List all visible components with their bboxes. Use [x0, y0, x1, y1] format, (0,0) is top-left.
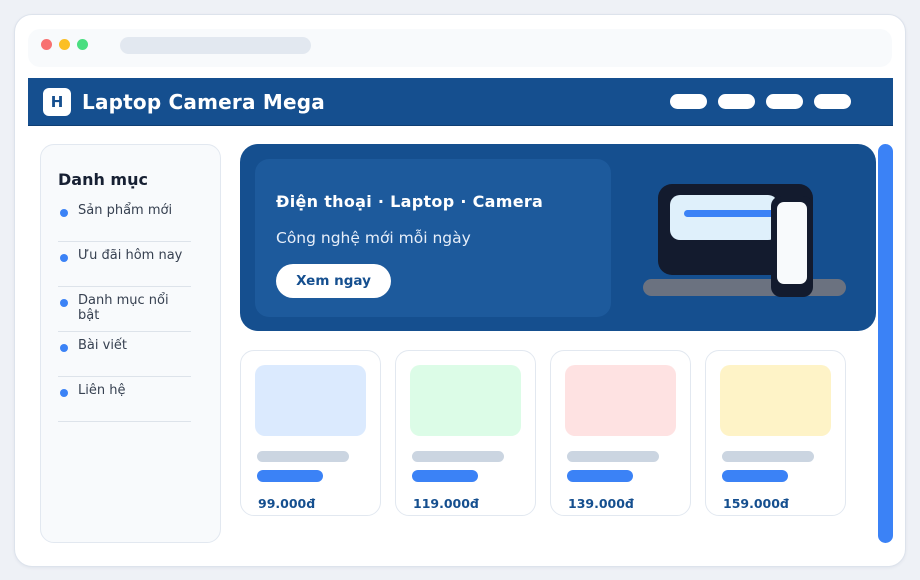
sidebar-item-new-products[interactable]: Sản phẩm mới: [58, 197, 191, 242]
laptop-screen: [670, 195, 779, 240]
product-title-placeholder: [722, 451, 814, 462]
product-card[interactable]: 99.000đ: [240, 350, 381, 516]
sidebar-item-featured[interactable]: Danh mục nổi bật: [58, 287, 191, 332]
product-image: [565, 365, 676, 436]
product-title-placeholder: [257, 451, 349, 462]
nav-link-2[interactable]: [718, 94, 755, 109]
close-window-dot[interactable]: [41, 39, 52, 50]
bullet-icon: [60, 389, 68, 397]
product-title-placeholder: [412, 451, 504, 462]
browser-chrome: [28, 29, 892, 67]
nav-link-3[interactable]: [766, 94, 803, 109]
address-bar[interactable]: [120, 37, 311, 54]
product-price: 159.000đ: [723, 496, 789, 511]
sidebar-title: Danh mục: [58, 170, 148, 189]
sidebar-item-label: Liên hệ: [78, 383, 126, 398]
bullet-icon: [60, 209, 68, 217]
product-card[interactable]: 139.000đ: [550, 350, 691, 516]
hero-banner: Điện thoại · Laptop · Camera Công nghệ m…: [240, 144, 876, 331]
sidebar-item-contact[interactable]: Liên hệ: [58, 377, 191, 422]
hero-subtitle: Công nghệ mới mỗi ngày: [276, 229, 471, 247]
category-sidebar: Danh mục Sản phẩm mới Ưu đãi hôm nay Dan…: [40, 144, 221, 543]
site-brand[interactable]: Laptop Camera Mega: [82, 90, 325, 114]
sidebar-item-label: Ưu đãi hôm nay: [78, 248, 183, 263]
nav-link-4[interactable]: [814, 94, 851, 109]
maximize-window-dot[interactable]: [77, 39, 88, 50]
sidebar-item-label: Bài viết: [78, 338, 128, 353]
page-scrollbar[interactable]: [878, 144, 893, 543]
sidebar-item-articles[interactable]: Bài viết: [58, 332, 191, 377]
product-tag-placeholder: [722, 470, 788, 482]
logo-icon[interactable]: H: [43, 88, 71, 116]
shop-now-button[interactable]: Xem ngay: [276, 264, 391, 298]
product-title-placeholder: [567, 451, 659, 462]
bullet-icon: [60, 344, 68, 352]
hero-title: Điện thoại · Laptop · Camera: [276, 192, 544, 211]
product-card[interactable]: 119.000đ: [395, 350, 536, 516]
product-price: 119.000đ: [413, 496, 479, 511]
product-tag-placeholder: [567, 470, 633, 482]
device-shadow: [643, 279, 846, 296]
nav-link-1[interactable]: [670, 94, 707, 109]
product-tag-placeholder: [412, 470, 478, 482]
laptop-screen-bar: [684, 210, 779, 217]
minimize-window-dot[interactable]: [59, 39, 70, 50]
bullet-icon: [60, 254, 68, 262]
phone-icon: [771, 196, 813, 297]
sidebar-item-todays-deals[interactable]: Ưu đãi hôm nay: [58, 242, 191, 287]
product-image: [410, 365, 521, 436]
sidebar-item-label: Sản phẩm mới: [78, 203, 173, 218]
bullet-icon: [60, 299, 68, 307]
phone-screen: [777, 202, 807, 284]
product-price: 139.000đ: [568, 496, 634, 511]
product-price: 99.000đ: [258, 496, 316, 511]
product-card[interactable]: 159.000đ: [705, 350, 846, 516]
product-tag-placeholder: [257, 470, 323, 482]
product-image: [255, 365, 366, 436]
product-image: [720, 365, 831, 436]
sidebar-item-label: Danh mục nổi bật: [78, 293, 169, 323]
site-header: H Laptop Camera Mega: [28, 78, 893, 126]
